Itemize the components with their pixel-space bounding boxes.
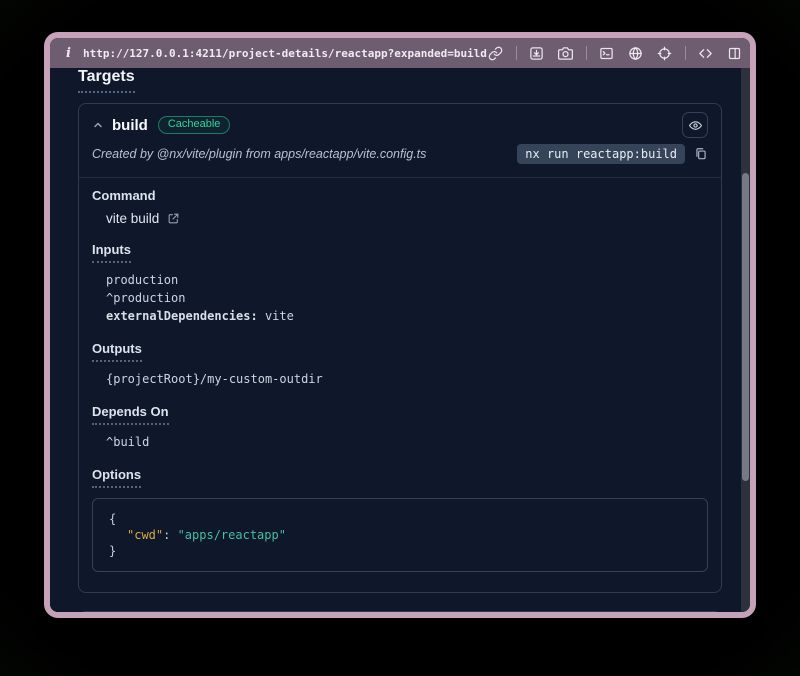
scrollbar-thumb[interactable]	[742, 173, 749, 481]
code-line: }	[109, 543, 691, 559]
input-item: production	[92, 271, 708, 289]
toolbar-separator	[685, 46, 686, 60]
url-text[interactable]: http://127.0.0.1:4211/project-details/re…	[83, 47, 487, 60]
build-card-header: build Cacheable Created by @nx/vite/plug…	[79, 104, 721, 178]
external-link-icon[interactable]	[167, 212, 180, 225]
target-card-build: build Cacheable Created by @nx/vite/plug…	[78, 103, 722, 593]
globe-icon[interactable]	[627, 44, 645, 62]
code-line: "cwd": "apps/reactapp"	[109, 527, 691, 543]
terminal-icon[interactable]	[598, 44, 616, 62]
link-icon[interactable]	[487, 44, 505, 62]
toolbar-separator	[516, 46, 517, 60]
run-command-chip: nx run reactapp:build	[517, 144, 685, 164]
input-item: ^production	[92, 289, 708, 307]
build-header-subrow: Created by @nx/vite/plugin from apps/rea…	[92, 143, 708, 165]
project-details-page: Targets build Cacheable	[50, 68, 750, 612]
code-line: {	[109, 511, 691, 527]
copy-icon	[694, 147, 708, 161]
code-separator: :	[163, 528, 177, 542]
code-icon[interactable]	[697, 44, 715, 62]
command-value: vite build	[106, 211, 159, 226]
target-name-build: build	[112, 117, 148, 134]
code-value: "apps/reactapp"	[178, 528, 286, 542]
toolbar-separator	[586, 46, 587, 60]
created-by-text: Created by @nx/vite/plugin from apps/rea…	[92, 147, 426, 161]
options-section-heading: Options	[92, 467, 141, 488]
command-value-row: vite build	[92, 211, 708, 226]
options-code-block: { "cwd": "apps/reactapp" }	[92, 498, 708, 572]
target-card-serve: serve vite serve	[78, 611, 722, 612]
info-icon: i	[66, 46, 71, 61]
page-title: Targets	[78, 68, 135, 93]
browser-toolbar: i http://127.0.0.1:4211/project-details/…	[50, 38, 750, 68]
save-frame-icon[interactable]	[528, 44, 546, 62]
chevron-up-icon[interactable]	[92, 119, 104, 131]
input-item-external-dependencies: externalDependencies: vite	[92, 307, 708, 325]
build-card-body: Command vite build Inputs production ^pr…	[79, 178, 721, 592]
depends-on-section-heading: Depends On	[92, 404, 169, 425]
depends-on-item: ^build	[92, 433, 708, 451]
outputs-section-heading: Outputs	[92, 341, 142, 362]
browser-window: i http://127.0.0.1:4211/project-details/…	[44, 32, 756, 618]
crosshair-icon[interactable]	[656, 44, 674, 62]
eye-icon	[688, 118, 703, 133]
input-value: vite	[258, 309, 294, 323]
code-key: "cwd"	[127, 528, 163, 542]
output-item: {projectRoot}/my-custom-outdir	[92, 370, 708, 388]
copy-command-button[interactable]	[694, 147, 708, 161]
input-key: externalDependencies:	[106, 309, 258, 323]
cacheable-badge: Cacheable	[158, 116, 231, 134]
build-header-row[interactable]: build Cacheable	[92, 114, 708, 136]
split-panel-icon[interactable]	[726, 44, 744, 62]
view-target-button[interactable]	[682, 112, 708, 138]
scrollbar-track[interactable]	[741, 68, 750, 612]
command-section-heading: Command	[92, 188, 156, 203]
inputs-section-heading: Inputs	[92, 242, 131, 263]
camera-icon[interactable]	[557, 44, 575, 62]
